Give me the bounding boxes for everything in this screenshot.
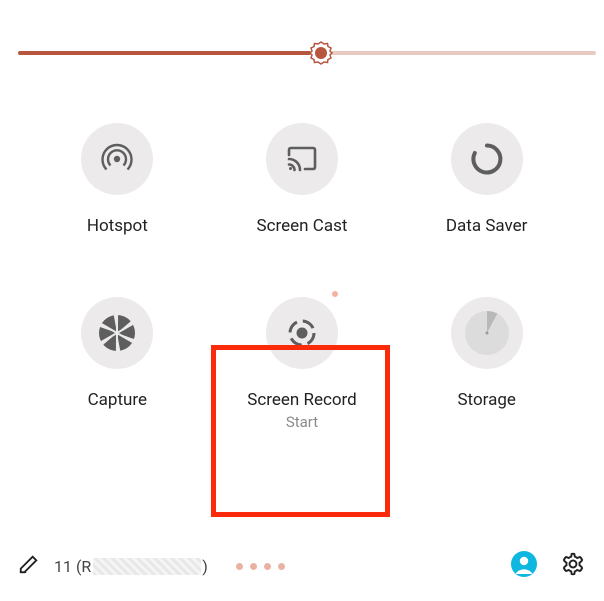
tile-label: Data Saver bbox=[446, 215, 528, 237]
tile-screen-cast[interactable]: Screen Cast bbox=[220, 123, 385, 237]
tile-label: Hotspot bbox=[87, 215, 148, 237]
user-icon bbox=[510, 550, 538, 578]
cast-icon bbox=[266, 123, 338, 195]
version-suffix: ) bbox=[202, 557, 208, 576]
hotspot-icon bbox=[81, 123, 153, 195]
gear-icon bbox=[560, 551, 586, 577]
user-switch-button[interactable] bbox=[510, 550, 538, 582]
version-prefix: 11 (R bbox=[54, 557, 91, 576]
tile-label: Storage bbox=[457, 389, 515, 411]
data-saver-icon bbox=[451, 123, 523, 195]
page-indicator[interactable] bbox=[236, 563, 285, 570]
redacted-segment bbox=[93, 558, 201, 575]
pencil-icon bbox=[18, 553, 40, 575]
page-dot bbox=[264, 563, 271, 570]
tile-label: Screen Cast bbox=[257, 215, 348, 237]
storage-icon bbox=[451, 297, 523, 369]
slider-track-empty bbox=[318, 51, 596, 55]
aperture-icon bbox=[81, 297, 153, 369]
edit-button[interactable] bbox=[18, 553, 40, 579]
quick-settings-grid: Hotspot Screen Cast Data Saver bbox=[0, 68, 604, 431]
tile-label: Capture bbox=[88, 389, 147, 411]
page-dot bbox=[236, 563, 243, 570]
record-icon bbox=[266, 297, 338, 369]
slider-track-filled bbox=[18, 51, 318, 55]
tile-capture[interactable]: Capture bbox=[35, 297, 200, 431]
settings-button[interactable] bbox=[560, 551, 586, 581]
tile-label: Screen Record bbox=[247, 389, 357, 411]
recording-indicator-dot bbox=[332, 291, 338, 297]
tile-hotspot[interactable]: Hotspot bbox=[35, 123, 200, 237]
tile-storage[interactable]: Storage bbox=[404, 297, 569, 431]
build-version-text[interactable]: 11 (R) bbox=[54, 557, 208, 576]
tile-data-saver[interactable]: Data Saver bbox=[404, 123, 569, 237]
tile-sublabel: Start bbox=[286, 413, 318, 431]
brightness-thumb-icon[interactable] bbox=[308, 40, 334, 66]
page-dot bbox=[250, 563, 257, 570]
brightness-slider[interactable] bbox=[0, 38, 604, 68]
tile-screen-record[interactable]: Screen Record Start bbox=[220, 297, 385, 431]
bottom-bar: 11 (R) bbox=[0, 549, 604, 583]
page-dot bbox=[278, 563, 285, 570]
